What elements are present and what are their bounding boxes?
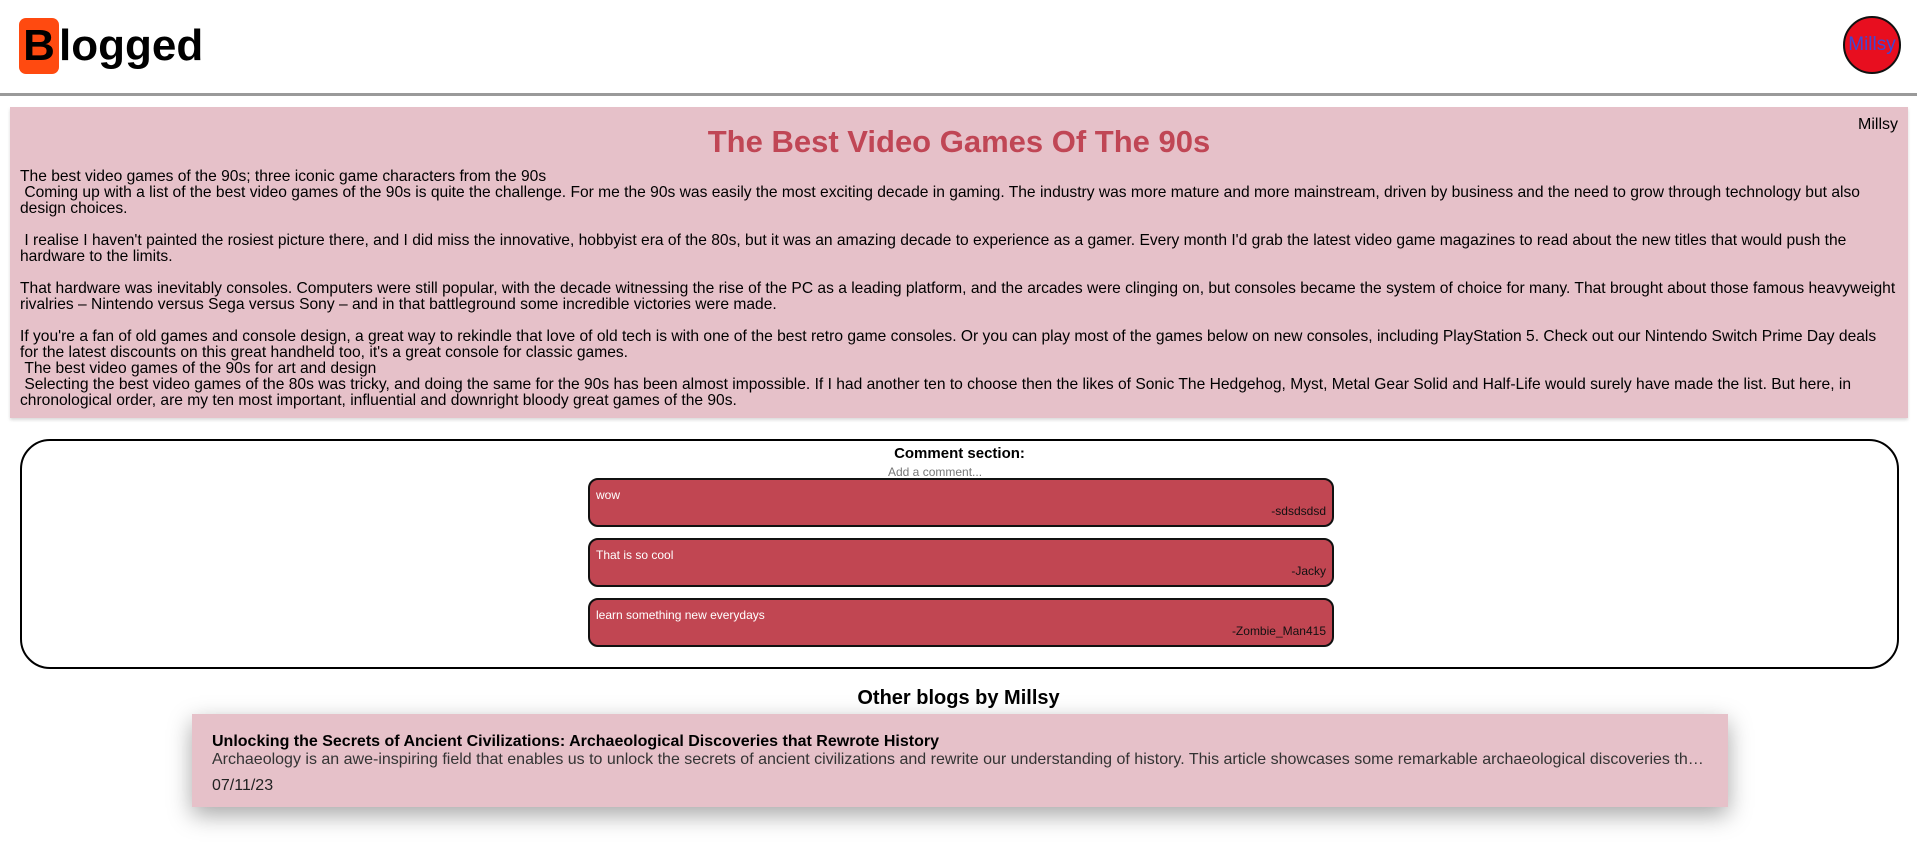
blogged-logo[interactable]: Blogged: [19, 18, 203, 74]
other-blog-card[interactable]: Unlocking the Secrets of Ancient Civiliz…: [192, 714, 1728, 807]
post-body: The best video games of the 90s; three i…: [20, 168, 1896, 409]
post-author: Millsy: [1858, 116, 1898, 133]
other-blog-excerpt: Archaeology is an awe-inspiring field th…: [212, 751, 1708, 768]
blog-post: Millsy The Best Video Games Of The 90s T…: [10, 107, 1908, 418]
other-blog-date: 07/11/23: [212, 777, 274, 794]
comment-text: That is so cool: [596, 548, 674, 562]
comment-section-heading: Comment section:: [894, 445, 1025, 462]
comment-text: wow: [596, 488, 621, 502]
comment-card: learn something new everydays -Zombie_Ma…: [588, 598, 1334, 647]
other-blog-title: Unlocking the Secrets of Ancient Civiliz…: [212, 733, 939, 750]
user-avatar-button[interactable]: Millsy: [1843, 16, 1901, 74]
comment-section: Comment section: wow -sdsdsdsd That is s…: [20, 439, 1899, 669]
avatar-label: Millsy: [1848, 34, 1896, 55]
comment-card: That is so cool -Jacky: [588, 538, 1334, 587]
other-blogs-heading: Other blogs by Millsy: [857, 687, 1060, 709]
post-title: The Best Video Games Of The 90s: [707, 124, 1211, 159]
comment-text: learn something new everydays: [596, 608, 765, 622]
comment-author: -Jacky: [1291, 564, 1326, 578]
comment-author: -Zombie_Man415: [1231, 624, 1326, 638]
top-header: Blogged Millsy: [0, 0, 1917, 96]
comment-card: wow -sdsdsdsd: [588, 478, 1334, 527]
comment-author: -sdsdsdsd: [1271, 504, 1326, 518]
logo-letter: B: [19, 18, 59, 74]
logo-text: logged: [59, 21, 204, 70]
